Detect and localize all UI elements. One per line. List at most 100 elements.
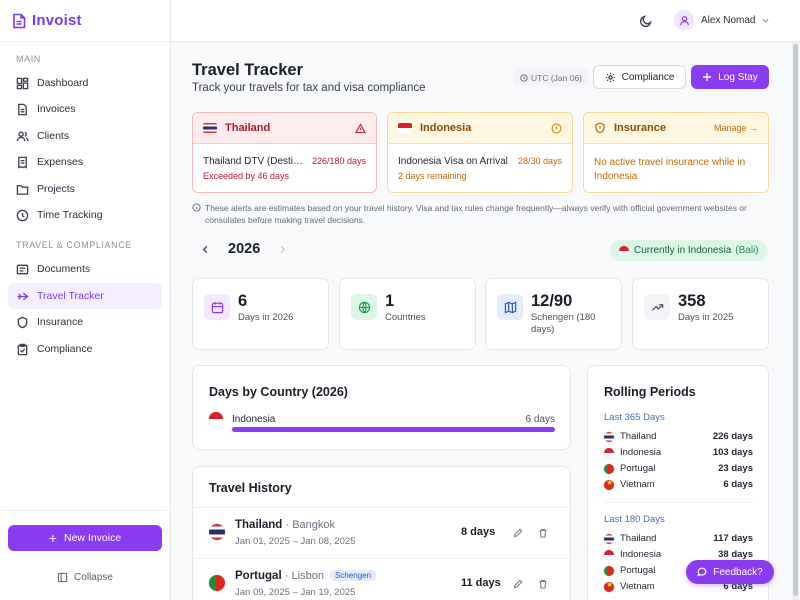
year-navigator: 2026 [201,241,287,257]
disclaimer: These alerts are estimates based on your… [192,202,762,226]
sidebar-item-insurance[interactable]: Insurance [8,309,162,335]
user-icon [679,15,689,25]
chat-bubble-icon [697,567,707,577]
table-row[interactable]: Portugal · Lisbon Schengen Jan 09, 2025 –… [193,558,570,600]
days-by-country-card: Days by Country (2026) Indonesia 6 days [192,365,571,450]
indonesia-flag-icon [209,412,223,426]
chevron-right-icon[interactable] [278,245,287,254]
visa-count: 226/180 days [311,156,366,166]
period-row: Thailand 226 days [604,431,753,442]
compliance-button-label: Compliance [621,71,675,83]
period-row: Indonesia 38 days [604,549,753,560]
alert-title: Indonesia [420,122,472,134]
trip-duration: 11 days [461,577,501,589]
period-row: Thailand 117 days [604,533,753,544]
log-stay-button[interactable]: Log Stay [691,65,769,89]
disclaimer-text: These alerts are estimates based on your… [205,203,747,225]
chevron-left-icon[interactable] [201,245,210,254]
collapse-button[interactable]: Collapse [0,572,170,583]
period-country: Portugal [620,463,656,474]
vietnam-flag-icon [604,479,614,490]
current-location-city: (Bali) [735,245,759,256]
sidebar-item-travel-tracker[interactable]: Travel Tracker [8,283,162,309]
feedback-button[interactable]: Feedback? [686,560,774,584]
sidebar-item-expenses[interactable]: Expenses [8,149,162,175]
visa-name: Indonesia Visa on Arrival [398,156,508,167]
chevron-down-icon [762,18,770,23]
new-invoice-button[interactable]: + New Invoice [8,525,162,551]
sidebar-item-invoices[interactable]: Invoices [8,96,162,122]
country-days: 6 days [525,413,555,425]
alert-body: Thailand DTV (Destination Thailand Visa)… [193,144,376,181]
dashboard-icon [16,77,29,89]
period-country: Portugal [620,565,656,576]
trip-country: Portugal [235,570,282,582]
travel-history-card: Travel History Thailand · Bangkok Jan 01… [192,466,571,600]
compliance-button[interactable]: Compliance [593,65,686,89]
period-days: 6 days [723,479,753,490]
divider [604,502,753,503]
insurance-warning: No active travel insurance while in Indo… [594,157,746,182]
trash-icon[interactable] [538,579,548,589]
sidebar-item-time-tracking[interactable]: Time Tracking [8,202,162,228]
alert-body: No active travel insurance while in Indo… [584,144,768,184]
plus-icon: + [48,530,57,546]
utc-label: UTC (Jan 06) [531,72,583,83]
thailand-flag-icon [209,524,225,540]
current-location-badge: Currently in Indonesia (Bali) [610,240,768,261]
alert-header: Indonesia [388,113,572,144]
sidebar-item-clients[interactable]: Clients [8,123,162,149]
alert-insurance: Insurance Manage → No active travel insu… [583,112,769,193]
schengen-badge: Schengen [329,570,377,581]
manage-link[interactable]: Manage → [714,123,758,133]
app-name: Invoist [32,12,82,29]
alert-title: Thailand [225,122,271,134]
visa-count: 28/30 days [517,156,562,166]
stat-label: Schengen (180 days) [531,312,596,335]
document-logo-icon [13,13,26,28]
trip-city: · Lisbon [284,570,324,582]
stat-value: 358 [678,292,706,310]
warning-triangle-icon [355,122,366,133]
calendar-icon [211,301,223,313]
indonesia-flag-icon [604,549,614,560]
table-row[interactable]: Thailand · Bangkok Jan 01, 2025 – Jan 08… [193,507,570,558]
user-menu[interactable]: Alex Nomad [674,10,770,30]
main-content: Travel Tracker Track your travels for ta… [171,42,800,600]
stat-label: Days in 2025 [678,312,734,323]
period-country: Vietnam [620,479,655,490]
period-country: Thailand [620,431,657,442]
shield-alert-icon [595,122,605,134]
card-title: Travel History [209,481,292,495]
trip-dates: Jan 01, 2025 – Jan 08, 2025 [235,536,356,547]
sidebar-item-documents[interactable]: Documents [8,256,162,282]
visa-status: Exceeded by 46 days [203,171,290,181]
sidebar-footer [0,510,170,600]
section-label-travel: TRAVEL & COMPLIANCE [16,240,132,250]
period-country: Indonesia [620,447,662,458]
trash-icon[interactable] [538,528,548,538]
sidebar-item-label: Insurance [37,316,84,328]
trip-country: Thailand [235,519,283,531]
sidebar-item-dashboard[interactable]: Dashboard [8,70,162,96]
pencil-icon[interactable] [513,579,523,589]
stat-value: 12/90 [531,292,573,310]
topbar: Alex Nomad [171,0,800,42]
indonesia-flag-icon [398,123,412,133]
country-progress-bar [232,427,555,432]
sidebar-item-projects[interactable]: Projects [8,176,162,202]
moon-icon[interactable] [639,14,653,28]
stat-icon-wrap [204,294,230,320]
visa-name: Thailand DTV (Destination Thailand Visa) [203,156,308,167]
pencil-icon[interactable] [513,528,523,538]
sidebar-item-label: Time Tracking [37,209,103,221]
scrollbar-thumb[interactable] [793,44,798,596]
app-logo[interactable]: Invoist [0,0,170,42]
plus-icon [703,73,712,81]
alert-title: Insurance [614,122,666,134]
indonesia-flag-icon [604,447,614,458]
page-subtitle: Track your travels for tax and visa comp… [192,82,426,94]
sidebar-item-compliance[interactable]: Compliance [8,336,162,362]
alert-body: Indonesia Visa on Arrival 28/30 days 2 d… [388,144,572,181]
period-days: 103 days [712,447,753,458]
